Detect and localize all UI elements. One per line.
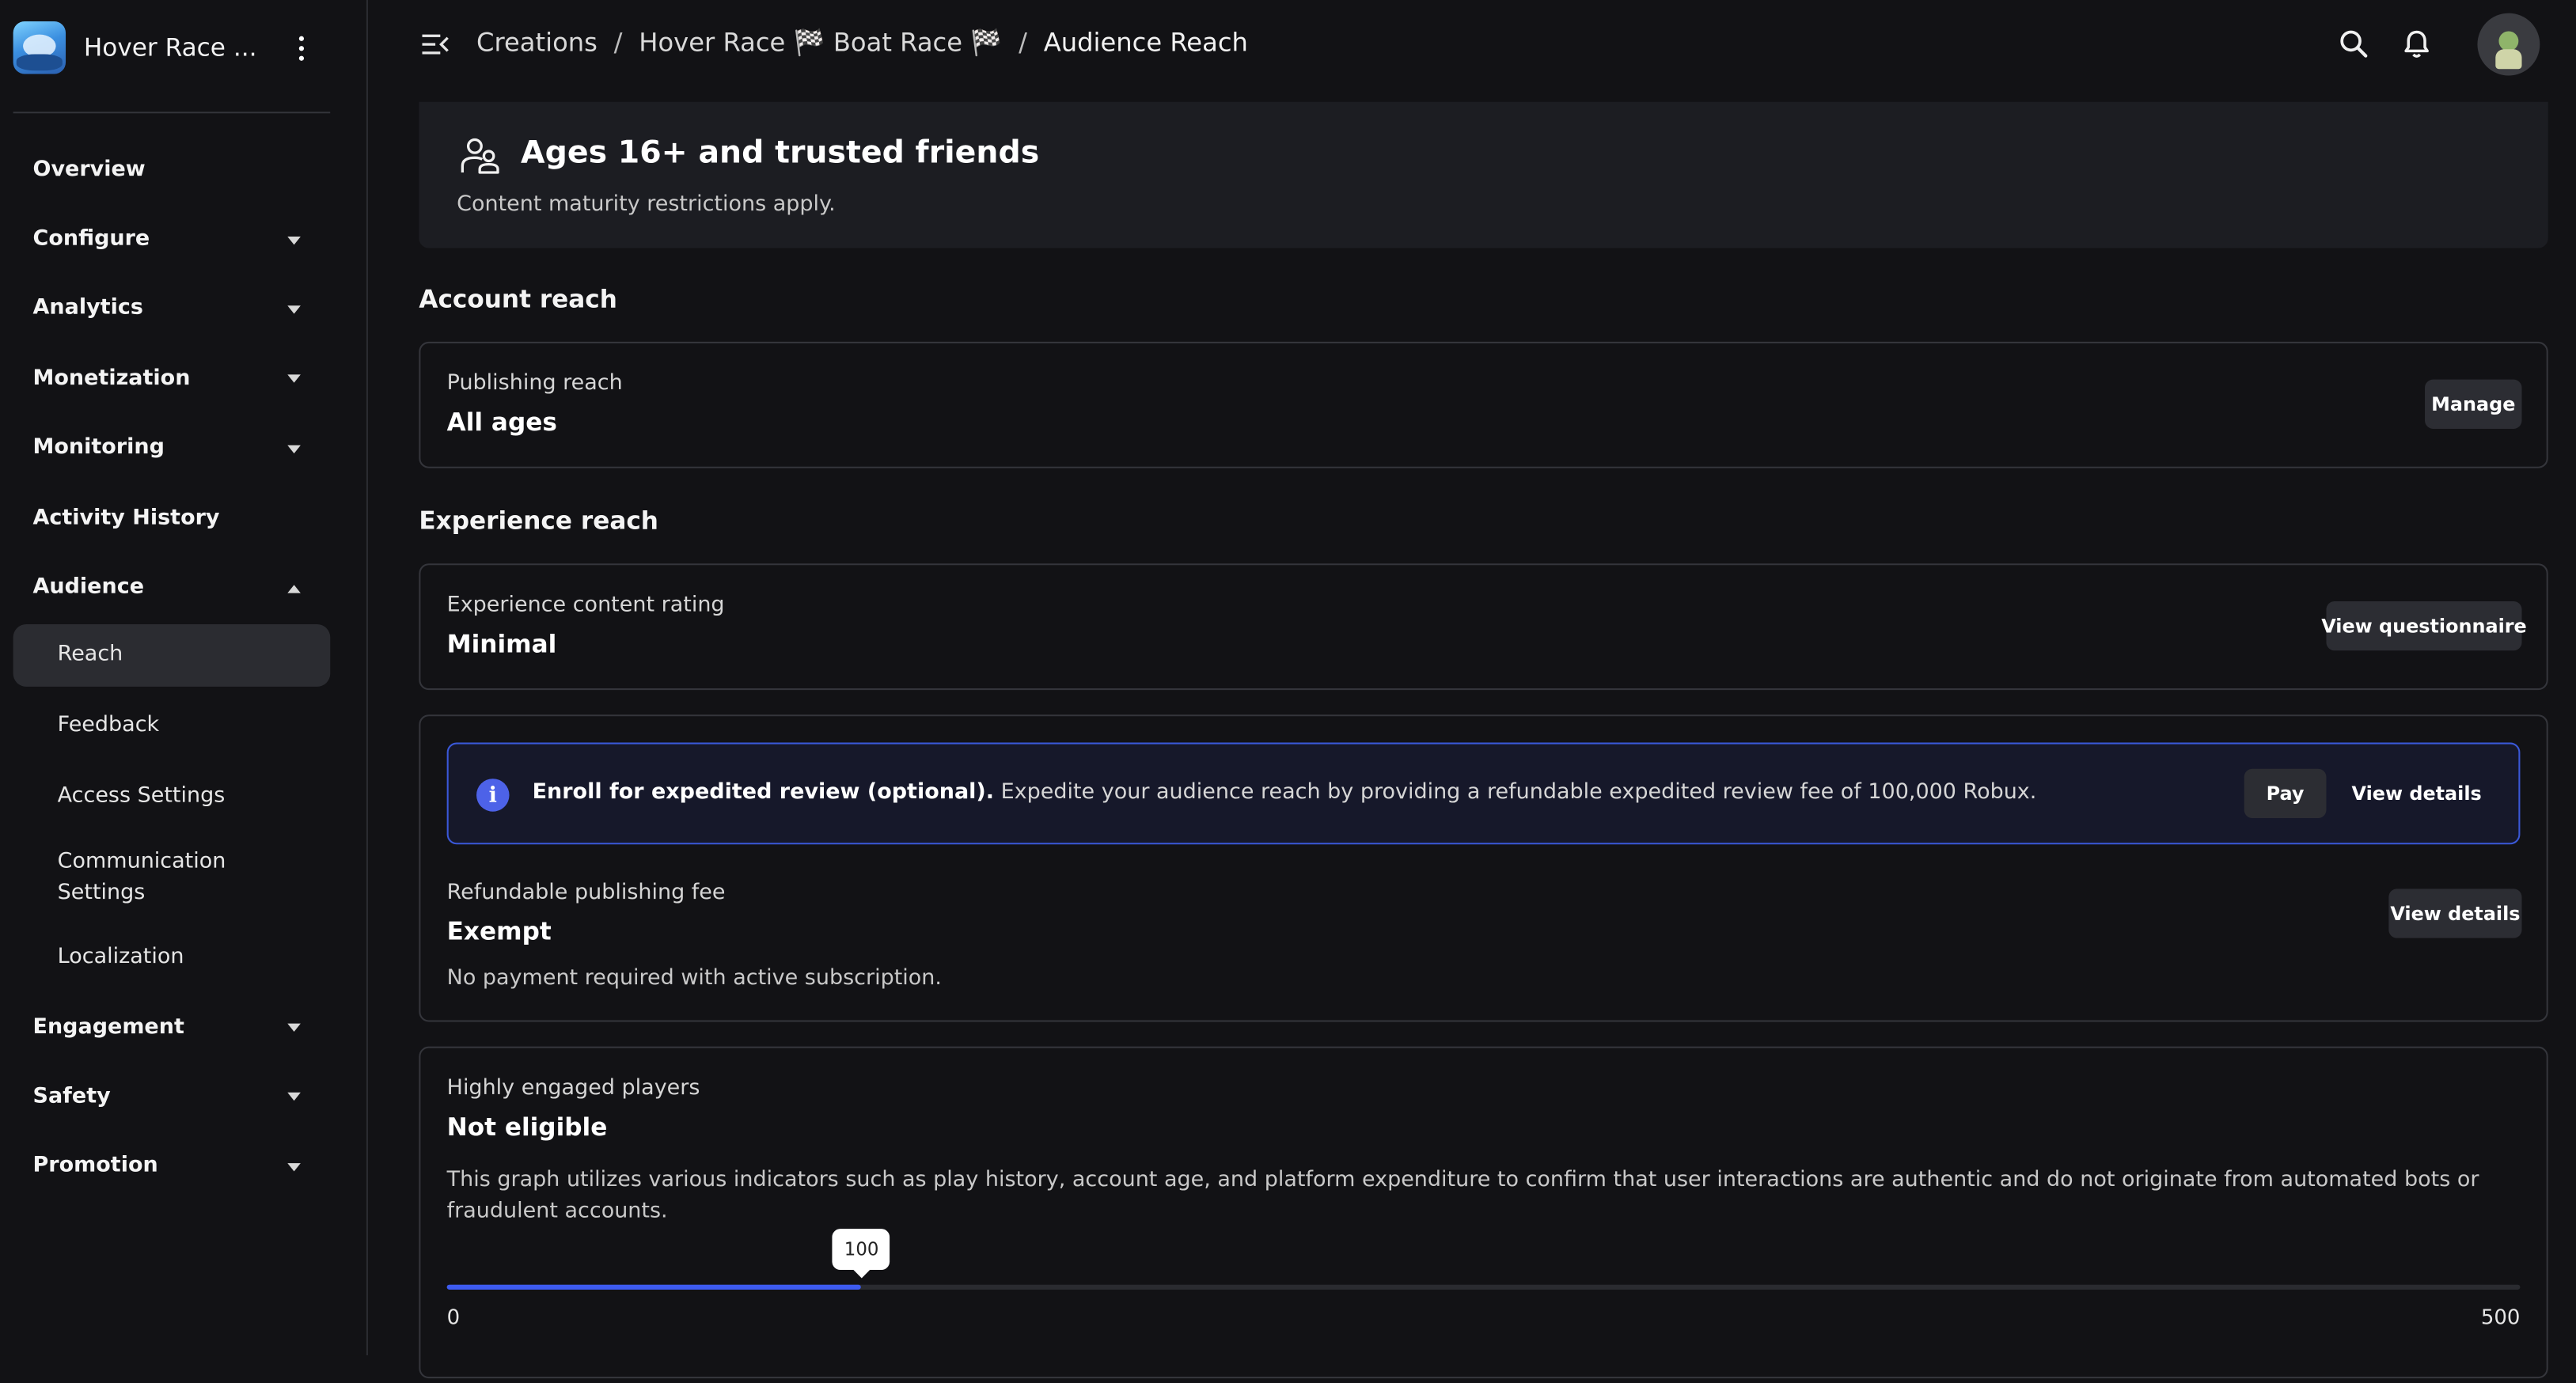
sidebar-item-label: Analytics <box>32 296 143 321</box>
experience-thumbnail <box>13 21 66 74</box>
sidebar-item-activity-history[interactable]: Activity History <box>13 483 331 552</box>
chevron-down-icon <box>287 445 301 453</box>
chevron-down-icon <box>287 305 301 314</box>
breadcrumb-separator: / <box>613 28 623 58</box>
view-questionnaire-button[interactable]: View questionnaire <box>2321 601 2527 651</box>
notice-bold-text: Enroll for expedited review (optional). <box>532 780 995 805</box>
account-reach-title: Account reach <box>419 284 617 314</box>
sidebar-item-label: Promotion <box>32 1154 158 1179</box>
sidebar-item-monetization[interactable]: Monetization <box>13 343 331 413</box>
sidebar-item-analytics[interactable]: Analytics <box>13 274 331 343</box>
expedited-review-notice: i Enroll for expedited review (optional)… <box>446 742 2521 845</box>
engaged-players-label: Highly engaged players <box>446 1076 700 1101</box>
slider-fill <box>446 1284 862 1290</box>
sidebar-subitem-label: Localization <box>57 945 184 970</box>
sidebar-item-label: Audience <box>32 574 145 600</box>
breadcrumb-creations[interactable]: Creations <box>476 28 598 57</box>
notice-text: Enroll for expedited review (optional). … <box>533 780 2037 805</box>
sidebar-item-engagement[interactable]: Engagement <box>13 992 331 1062</box>
sidebar-subitem-label: Communication Settings <box>57 848 226 905</box>
publishing-fee-label: Refundable publishing fee <box>446 880 726 906</box>
banner-title: Ages 16+ and trusted friends <box>521 135 1040 171</box>
avatar[interactable] <box>2477 13 2540 76</box>
sidebar-item-configure[interactable]: Configure <box>13 204 331 274</box>
people-icon <box>461 138 499 174</box>
content-rating-label: Experience content rating <box>446 593 725 618</box>
menu-collapse-icon[interactable] <box>420 29 450 59</box>
content-rating-card: Experience content rating Minimal View q… <box>419 563 2548 691</box>
experience-name: Hover Race ... <box>83 32 257 63</box>
engaged-players-card: Highly engaged players Not eligible This… <box>419 1046 2548 1379</box>
chevron-down-icon <box>287 1162 301 1172</box>
sidebar-nav: Overview Configure Analytics Monetizatio… <box>13 135 331 1201</box>
publishing-fee-value: Exempt <box>446 916 552 947</box>
engaged-players-value: Not eligible <box>446 1112 608 1142</box>
breadcrumb-separator: / <box>1019 28 1027 58</box>
chevron-down-icon <box>287 236 301 244</box>
content-rating-value: Minimal <box>446 629 557 659</box>
experience-reach-title: Experience reach <box>419 506 658 536</box>
expedited-review-card: i Enroll for expedited review (optional)… <box>419 714 2548 1022</box>
kebab-icon[interactable] <box>287 33 313 63</box>
top-bar: Creations / Hover Race 🏁 Boat Race 🏁 / A… <box>368 0 2576 92</box>
bell-icon[interactable] <box>2399 26 2435 63</box>
sidebar-item-safety[interactable]: Safety <box>13 1062 331 1131</box>
manage-button[interactable]: Manage <box>2425 379 2522 429</box>
sidebar-subitem-label: Access Settings <box>57 783 226 809</box>
page: Hover Race ... Overview Configure Analyt… <box>0 0 2576 1379</box>
notice-view-details-button[interactable]: View details <box>2346 769 2487 818</box>
slider-min-label: 0 <box>446 1304 461 1329</box>
sidebar: Hover Race ... Overview Configure Analyt… <box>0 0 369 1356</box>
breadcrumb-current: Audience Reach <box>1043 28 1248 58</box>
sidebar-item-label: Monitoring <box>32 435 165 460</box>
engaged-players-description: This graph utilizes various indicators s… <box>446 1168 2479 1224</box>
pay-button[interactable]: Pay <box>2244 768 2327 819</box>
banner-subtitle: Content maturity restrictions apply. <box>457 191 836 218</box>
publishing-reach-card: Publishing reach All ages Manage <box>419 341 2548 468</box>
audience-banner: Ages 16+ and trusted friends Content mat… <box>419 101 2548 248</box>
publishing-reach-value: All ages <box>446 407 557 438</box>
sidebar-subitem-label: Reach <box>57 642 123 668</box>
sidebar-subitem-reach[interactable]: Reach <box>13 623 331 687</box>
slider-max-label: 500 <box>2480 1304 2521 1329</box>
sidebar-subitem-localization[interactable]: Localization <box>13 923 331 992</box>
info-icon: i <box>476 779 510 812</box>
sidebar-item-audience[interactable]: Audience <box>13 552 331 622</box>
chevron-down-icon <box>287 1093 301 1102</box>
sidebar-item-label: Engagement <box>32 1014 184 1040</box>
chevron-down-icon <box>287 1023 301 1033</box>
sidebar-divider <box>13 112 331 114</box>
sidebar-item-overview[interactable]: Overview <box>13 135 331 204</box>
sidebar-item-label: Safety <box>32 1084 111 1109</box>
sidebar-subitem-label: Feedback <box>57 714 160 739</box>
fee-view-details-button[interactable]: View details <box>2388 889 2522 938</box>
breadcrumb: Creations / Hover Race 🏁 Boat Race 🏁 / A… <box>476 28 1248 57</box>
search-icon[interactable] <box>2336 26 2373 63</box>
chevron-down-icon <box>287 375 301 384</box>
sidebar-item-label: Monetization <box>32 366 191 391</box>
sidebar-subitem-feedback[interactable]: Feedback <box>13 692 331 761</box>
experience-header[interactable]: Hover Race ... <box>13 20 331 76</box>
chevron-up-icon <box>287 584 301 593</box>
sidebar-subitem-access-settings[interactable]: Access Settings <box>13 761 331 831</box>
sidebar-item-label: Configure <box>32 226 150 252</box>
publishing-fee-description: No payment required with active subscrip… <box>446 965 943 991</box>
slider-value-tooltip: 100 <box>833 1229 890 1279</box>
sidebar-item-label: Activity History <box>32 505 220 530</box>
breadcrumb-experience[interactable]: Hover Race 🏁 Boat Race 🏁 <box>639 28 1002 57</box>
publishing-reach-label: Publishing reach <box>446 371 623 396</box>
sidebar-item-label: Overview <box>32 157 146 182</box>
engagement-slider[interactable]: 100 0 500 <box>446 1229 2521 1383</box>
notice-body-text: Expedite your audience reach by providin… <box>994 780 2037 805</box>
sidebar-item-monitoring[interactable]: Monitoring <box>13 413 331 483</box>
sidebar-item-promotion[interactable]: Promotion <box>13 1131 331 1201</box>
sidebar-subitem-communication-settings[interactable]: Communication Settings <box>13 831 331 923</box>
